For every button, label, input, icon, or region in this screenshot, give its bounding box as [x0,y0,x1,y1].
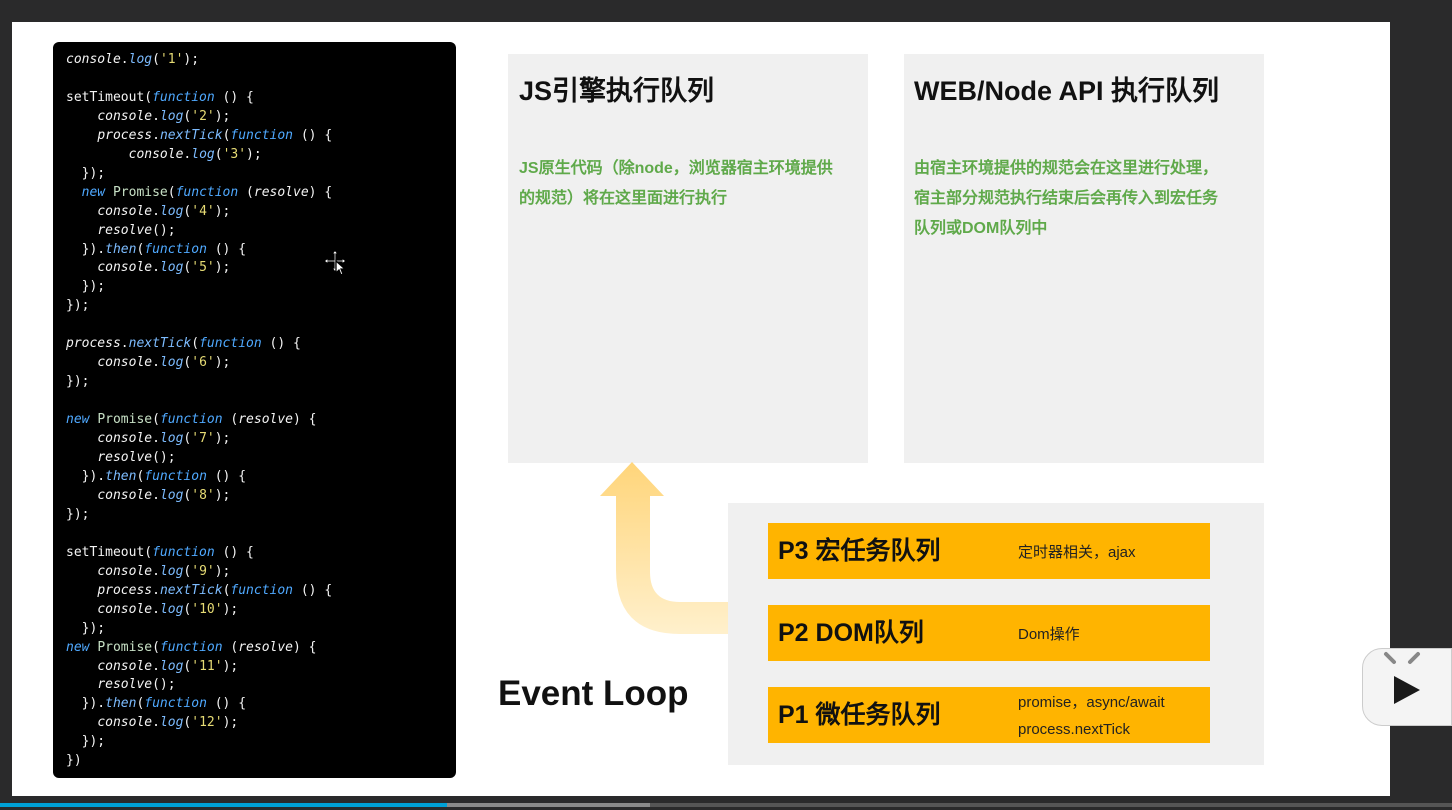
micro-task-desc-line: promise，async/await [1018,694,1165,711]
js-engine-queue-desc: JS原生代码（除node，浏览器宿主环境提供 的规范）将在这里面进行执行 [519,154,833,214]
web-api-queue-panel: WEB/Node API 执行队列 由宿主环境提供的规范会在这里进行处理， 宿主… [904,54,1264,463]
event-loop-label: Event Loop [498,674,689,713]
web-api-desc-line: 队列或DOM队列中 [914,220,1048,237]
macro-task-queue-desc: 定时器相关，ajax [1018,544,1136,561]
dom-queue-desc: Dom操作 [1018,626,1080,643]
dom-queue-title: P2 DOM队列 [778,619,924,647]
dom-queue: P2 DOM队列 Dom操作 [768,605,1210,661]
web-api-queue-desc: 由宿主环境提供的规范会在这里进行处理， 宿主部分规范执行结束后会再传入到宏任务 … [914,154,1218,244]
micro-task-queue: P1 微任务队列 promise，async/await process.nex… [768,687,1210,743]
web-api-queue-title: WEB/Node API 执行队列 [914,76,1220,106]
js-engine-desc-line: JS原生代码（除node，浏览器宿主环境提供 [519,160,833,177]
macro-task-queue-title: P3 宏任务队列 [778,537,941,565]
js-engine-desc-line: 的规范）将在这里面进行执行 [519,190,728,207]
move-cursor-icon [322,248,348,276]
macro-task-queue: P3 宏任务队列 定时器相关，ajax [768,523,1210,579]
micro-task-queue-desc: promise，async/await process.nextTick [1018,689,1165,743]
video-progress-played [0,803,448,807]
play-button[interactable] [1362,648,1452,726]
js-engine-queue-title: JS引擎执行队列 [519,76,715,106]
event-loop-arrow [600,462,730,634]
code-block: console.log('1'); setTimeout(function ()… [53,42,456,778]
code-text: console.log('1'); setTimeout(function ()… [66,52,333,769]
web-api-desc-line: 宿主部分规范执行结束后会再传入到宏任务 [914,190,1219,207]
micro-task-queue-title: P1 微任务队列 [778,701,941,729]
js-engine-queue-panel: JS引擎执行队列 JS原生代码（除node，浏览器宿主环境提供 的规范）将在这里… [508,54,868,463]
micro-task-desc-line: process.nextTick [1018,721,1130,738]
video-buffered-bar [447,803,650,807]
bilibili-tv-icon [1384,652,1420,704]
web-api-desc-line: 由宿主环境提供的规范会在这里进行处理， [914,160,1219,177]
